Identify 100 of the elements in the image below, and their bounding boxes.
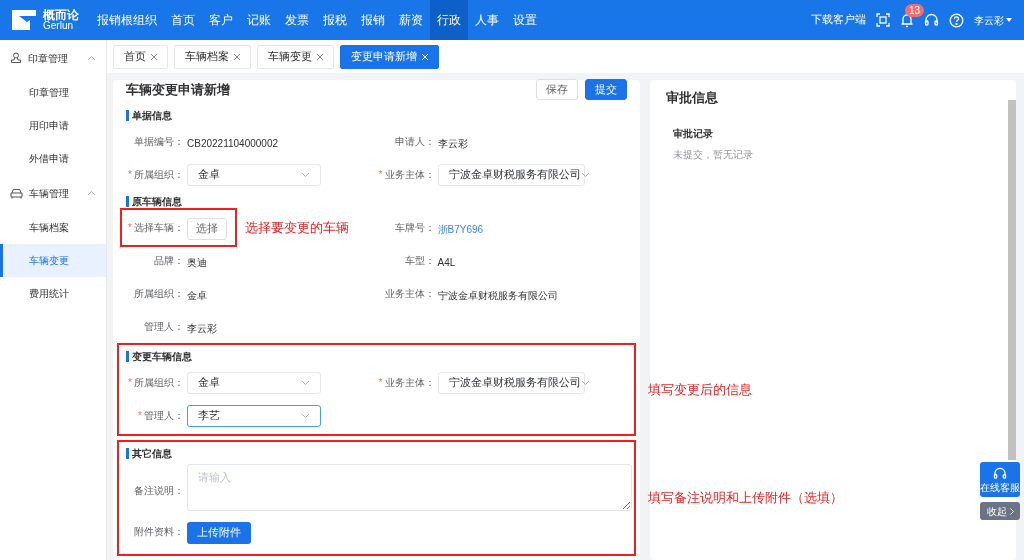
page-tab[interactable]: 车辆变更	[257, 44, 334, 69]
panel-title: 审批信息	[666, 89, 719, 107]
field-value: CB20221104000002	[187, 137, 278, 149]
sidebar-item[interactable]: 用印申请	[0, 109, 106, 142]
field-label: 业务主体：	[384, 287, 435, 301]
field-label: 选择车辆：	[134, 221, 184, 235]
required-mark: *	[128, 221, 132, 235]
logo-icon	[10, 8, 38, 32]
nav-item[interactable]: 报销	[354, 0, 392, 40]
field-label: 备注说明：	[134, 484, 184, 498]
field-label: 所属组织：	[134, 287, 184, 301]
field-label: 管理人：	[144, 409, 184, 423]
annotation-text: 填写变更后的信息	[648, 380, 752, 399]
submit-button[interactable]: 提交	[585, 79, 627, 100]
select-field[interactable]: 金卓	[187, 371, 321, 394]
sidebar-group-label: 印章管理	[28, 51, 68, 66]
page-tab[interactable]: 首页	[113, 44, 168, 69]
chevron-down-icon	[580, 171, 590, 178]
logo-subtext: Gerlun	[43, 21, 74, 31]
close-icon[interactable]	[151, 53, 157, 60]
section-title: 其它信息	[126, 447, 172, 459]
field-label: 管理人：	[144, 320, 184, 334]
field-label: 单据编号：	[134, 135, 184, 149]
car-icon	[10, 187, 23, 199]
sidebar-group[interactable]: 印章管理	[0, 40, 106, 76]
bell-icon[interactable]	[900, 12, 914, 28]
chevron-up-icon	[87, 190, 96, 196]
annotation-text: 填写备注说明和上传附件（选填）	[648, 489, 843, 508]
sidebar-group-label: 车辆管理	[29, 186, 69, 201]
chevron-down-icon	[301, 412, 310, 419]
plate-number-link[interactable]: 浙B7Y696	[437, 223, 484, 235]
field-label: 附件资料：	[134, 524, 184, 539]
nav-item[interactable]: 发票	[278, 0, 316, 40]
close-icon[interactable]	[317, 53, 323, 60]
field-value: 奥迪	[187, 256, 207, 268]
nav-item[interactable]: 首页	[164, 0, 202, 40]
field-value: 金卓	[187, 289, 207, 301]
nav-item[interactable]: 人事	[468, 0, 506, 40]
logo-text: 概而论	[43, 9, 79, 21]
required-mark: *	[378, 168, 383, 182]
required-mark: *	[378, 376, 383, 390]
stamp-icon	[10, 52, 22, 64]
field-label: 业务主体：	[384, 168, 435, 182]
field-label: 车牌号：	[394, 221, 435, 235]
sidebar-item[interactable]: 车辆变更	[0, 244, 106, 277]
required-mark: *	[138, 409, 142, 423]
nav-item[interactable]: 设置	[506, 0, 544, 40]
required-mark: *	[128, 376, 132, 390]
field-label: 所属组织：	[134, 168, 184, 182]
nav-item[interactable]: 报销根组织	[90, 0, 164, 40]
notification-badge: 13	[905, 3, 925, 17]
field-label: 车型：	[404, 254, 435, 268]
download-link[interactable]: 下载客户端	[811, 12, 866, 28]
field-value: 李云彩	[187, 322, 217, 334]
field-label: 业务主体：	[384, 376, 435, 390]
online-service-button[interactable]: 在线客服	[980, 462, 1020, 497]
chevron-down-icon	[301, 171, 310, 178]
field-label: 所属组织：	[134, 376, 184, 390]
field-label: 申请人：	[394, 135, 435, 149]
nav-item[interactable]: 行政	[430, 0, 468, 40]
form-title: 车辆变更申请新增	[126, 80, 230, 99]
nav-item[interactable]: 记账	[240, 0, 278, 40]
section-title: 变更车辆信息	[126, 350, 192, 362]
nav-item[interactable]: 薪资	[392, 0, 430, 40]
headset-icon	[993, 466, 1007, 481]
scan-icon[interactable]	[876, 13, 890, 27]
chevron-up-icon	[87, 55, 96, 61]
nav-item[interactable]: 客户	[202, 0, 240, 40]
field-value: A4L	[437, 256, 456, 268]
empty-text: 未提交，暂无记录	[673, 147, 754, 162]
save-button[interactable]: 保存	[536, 79, 578, 100]
help-icon[interactable]	[949, 12, 964, 28]
sidebar-group[interactable]: 车辆管理	[0, 175, 106, 211]
collapse-button[interactable]: 收起	[980, 502, 1020, 520]
chevron-down-icon	[301, 379, 310, 386]
sidebar-item[interactable]: 费用统计	[0, 277, 106, 310]
field-value: 宁波金卓财税服务有限公司	[437, 289, 558, 301]
sidebar-item[interactable]: 外借申请	[0, 142, 106, 175]
section-title: 原车辆信息	[126, 195, 182, 207]
nav-item[interactable]: 报税	[316, 0, 354, 40]
scrollbar[interactable]	[1008, 100, 1016, 460]
record-title: 审批记录	[673, 126, 714, 141]
headset-icon[interactable]	[924, 12, 939, 28]
close-icon[interactable]	[234, 53, 240, 60]
sidebar-item[interactable]: 印章管理	[0, 76, 106, 109]
caret-icon	[1006, 18, 1012, 22]
field-label: 品牌：	[154, 254, 184, 268]
select-button[interactable]: 选择	[187, 217, 227, 240]
sidebar-item[interactable]: 车辆档案	[0, 211, 106, 244]
select-field[interactable]: 李艺	[187, 404, 321, 427]
chevron-right-icon	[1009, 507, 1014, 515]
annotation-text: 选择要变更的车辆	[245, 218, 349, 237]
page-tab[interactable]: 变更申请新增	[340, 44, 439, 69]
field-value: 李云彩	[437, 137, 468, 149]
required-mark: *	[128, 168, 132, 182]
select-field[interactable]: 金卓	[187, 163, 321, 186]
user-name[interactable]: 李云彩	[974, 12, 1004, 28]
upload-button[interactable]: 上传附件	[187, 521, 251, 544]
page-tab[interactable]: 车辆档案	[174, 44, 251, 69]
section-title: 单据信息	[126, 109, 172, 121]
